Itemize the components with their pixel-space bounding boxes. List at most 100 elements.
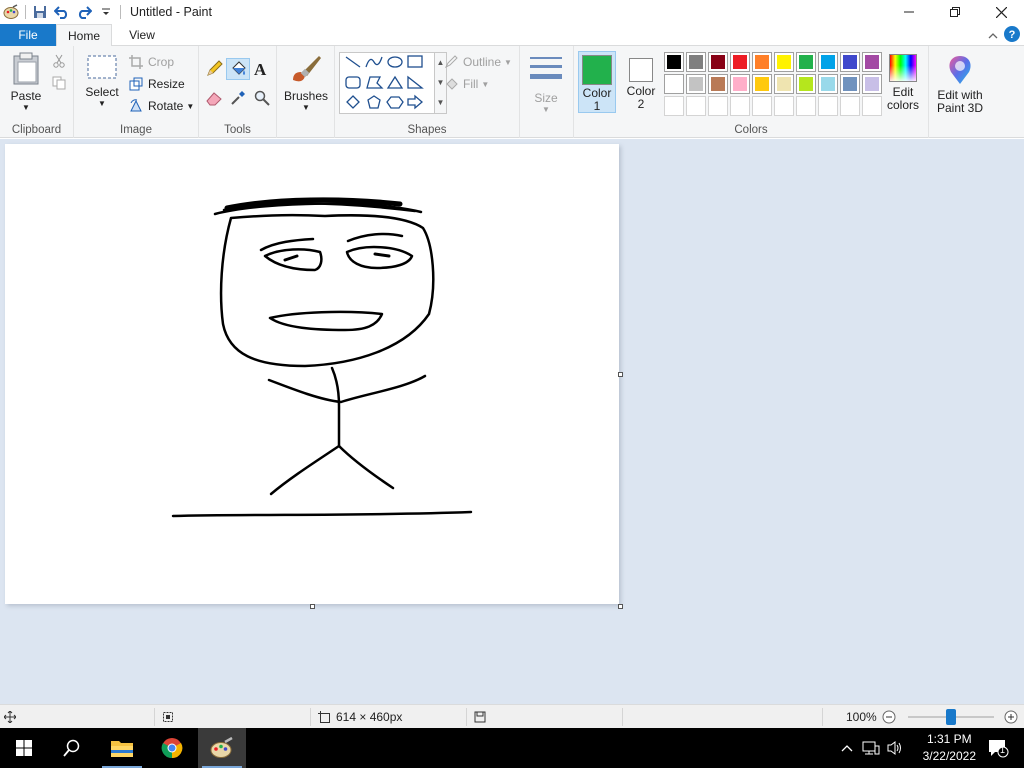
paste-button[interactable]: Paste ▼ [4, 52, 48, 112]
rotate-button[interactable]: Rotate ▼ [128, 96, 194, 116]
search-button[interactable] [48, 728, 96, 768]
palette-color-swatch[interactable] [840, 96, 860, 116]
rounded-rectangle-shape-icon[interactable] [345, 76, 361, 89]
edit-with-paint3d-button[interactable]: Edit with Paint 3D [933, 54, 987, 115]
palette-color-swatch[interactable] [840, 52, 860, 72]
palette-color-swatch[interactable] [752, 74, 772, 94]
restore-button[interactable] [932, 0, 978, 24]
color-picker-icon[interactable] [230, 90, 246, 109]
palette-color-swatch[interactable] [862, 74, 882, 94]
tab-view[interactable]: View [114, 24, 170, 46]
show-hidden-icons-button[interactable] [838, 728, 856, 768]
palette-color-swatch[interactable] [708, 52, 728, 72]
palette-color-swatch[interactable] [862, 52, 882, 72]
palette-color-swatch[interactable] [752, 96, 772, 116]
tab-file[interactable]: File [0, 24, 56, 46]
help-icon[interactable]: ? [1004, 26, 1020, 45]
rectangle-shape-icon[interactable] [407, 55, 423, 68]
color2-button[interactable]: Color 2 [622, 51, 660, 113]
zoom-out-button[interactable] [882, 705, 896, 729]
paint-app-icon[interactable] [0, 1, 22, 23]
palette-color-swatch[interactable] [664, 74, 684, 94]
fill-dropdown-icon[interactable]: ▼ [481, 80, 489, 89]
palette-color-swatch[interactable] [708, 74, 728, 94]
palette-color-swatch[interactable] [686, 74, 706, 94]
triangle-shape-icon[interactable] [386, 75, 404, 89]
palette-color-swatch[interactable] [686, 96, 706, 116]
rotate-dropdown-icon[interactable]: ▼ [186, 102, 194, 111]
palette-color-swatch[interactable] [774, 74, 794, 94]
palette-color-swatch[interactable] [730, 74, 750, 94]
minimize-button[interactable] [886, 0, 932, 24]
close-button[interactable] [978, 0, 1024, 24]
drawing-canvas[interactable] [5, 144, 619, 604]
zoom-slider-thumb[interactable] [946, 709, 956, 725]
chrome-taskbar-button[interactable] [148, 728, 196, 768]
edit-colors-button[interactable]: Edit colors [882, 54, 924, 112]
pencil-icon[interactable] [205, 60, 223, 81]
line-shape-icon[interactable] [345, 56, 361, 68]
size-dropdown-icon[interactable]: ▼ [526, 105, 566, 114]
pentagon-shape-icon[interactable] [367, 95, 381, 109]
palette-color-swatch[interactable] [818, 74, 838, 94]
right-triangle-shape-icon[interactable] [407, 75, 424, 89]
hexagon-shape-icon[interactable] [386, 96, 404, 109]
customize-quick-access-icon[interactable] [95, 1, 117, 23]
tab-home[interactable]: Home [56, 24, 112, 47]
start-button[interactable] [0, 728, 48, 768]
fill-button[interactable]: Fill ▼ [443, 74, 489, 94]
palette-color-swatch[interactable] [818, 52, 838, 72]
oval-shape-icon[interactable] [387, 56, 403, 68]
palette-color-swatch[interactable] [730, 52, 750, 72]
palette-color-swatch[interactable] [862, 96, 882, 116]
palette-color-swatch[interactable] [840, 74, 860, 94]
palette-color-swatch[interactable] [708, 96, 728, 116]
palette-color-swatch[interactable] [730, 96, 750, 116]
taskbar-clock[interactable]: 1:31 PM 3/22/2022 [923, 731, 976, 765]
redo-icon[interactable] [73, 1, 95, 23]
palette-color-swatch[interactable] [796, 96, 816, 116]
minimize-ribbon-icon[interactable] [988, 29, 998, 43]
palette-color-swatch[interactable] [752, 52, 772, 72]
curve-shape-icon[interactable] [365, 56, 383, 68]
select-button[interactable]: Select ▼ [82, 54, 122, 108]
magnifier-icon[interactable] [254, 90, 270, 109]
palette-color-swatch[interactable] [686, 52, 706, 72]
polygon-shape-icon[interactable] [366, 76, 384, 89]
brushes-button[interactable]: Brushes ▼ [283, 54, 329, 112]
palette-color-swatch[interactable] [664, 52, 684, 72]
palette-color-swatch[interactable] [796, 74, 816, 94]
size-button[interactable]: Size ▼ [526, 54, 566, 114]
fill-bucket-icon[interactable] [226, 58, 250, 80]
shapes-expand-icon[interactable]: ▼ [435, 93, 446, 113]
save-icon[interactable] [29, 1, 51, 23]
volume-button[interactable] [884, 728, 906, 768]
paste-dropdown-icon[interactable]: ▼ [4, 103, 48, 112]
palette-color-swatch[interactable] [774, 96, 794, 116]
outline-button[interactable]: Outline ▼ [443, 52, 512, 72]
zoom-slider[interactable] [908, 705, 994, 729]
palette-color-swatch[interactable] [774, 52, 794, 72]
resize-handle-corner[interactable] [618, 604, 623, 609]
action-center-button[interactable]: 1 [978, 728, 1018, 768]
resize-button[interactable]: Resize [128, 74, 185, 94]
brushes-dropdown-icon[interactable]: ▼ [283, 103, 329, 112]
eraser-icon[interactable] [205, 90, 223, 109]
copy-icon[interactable] [52, 76, 66, 93]
color1-button[interactable]: Color 1 [578, 51, 616, 113]
crop-button[interactable]: Crop [128, 52, 174, 72]
resize-handle-bottom[interactable] [310, 604, 315, 609]
diamond-shape-icon[interactable] [346, 95, 360, 109]
cut-icon[interactable] [52, 54, 66, 71]
text-tool-icon[interactable]: A [254, 60, 266, 80]
arrow-shape-icon[interactable] [407, 94, 423, 110]
undo-icon[interactable] [51, 1, 73, 23]
file-explorer-taskbar-button[interactable] [98, 728, 146, 768]
network-button[interactable] [860, 728, 882, 768]
outline-dropdown-icon[interactable]: ▼ [504, 58, 512, 67]
select-dropdown-icon[interactable]: ▼ [82, 99, 122, 108]
palette-color-swatch[interactable] [664, 96, 684, 116]
palette-color-swatch[interactable] [796, 52, 816, 72]
zoom-in-button[interactable] [1004, 705, 1018, 729]
palette-color-swatch[interactable] [818, 96, 838, 116]
